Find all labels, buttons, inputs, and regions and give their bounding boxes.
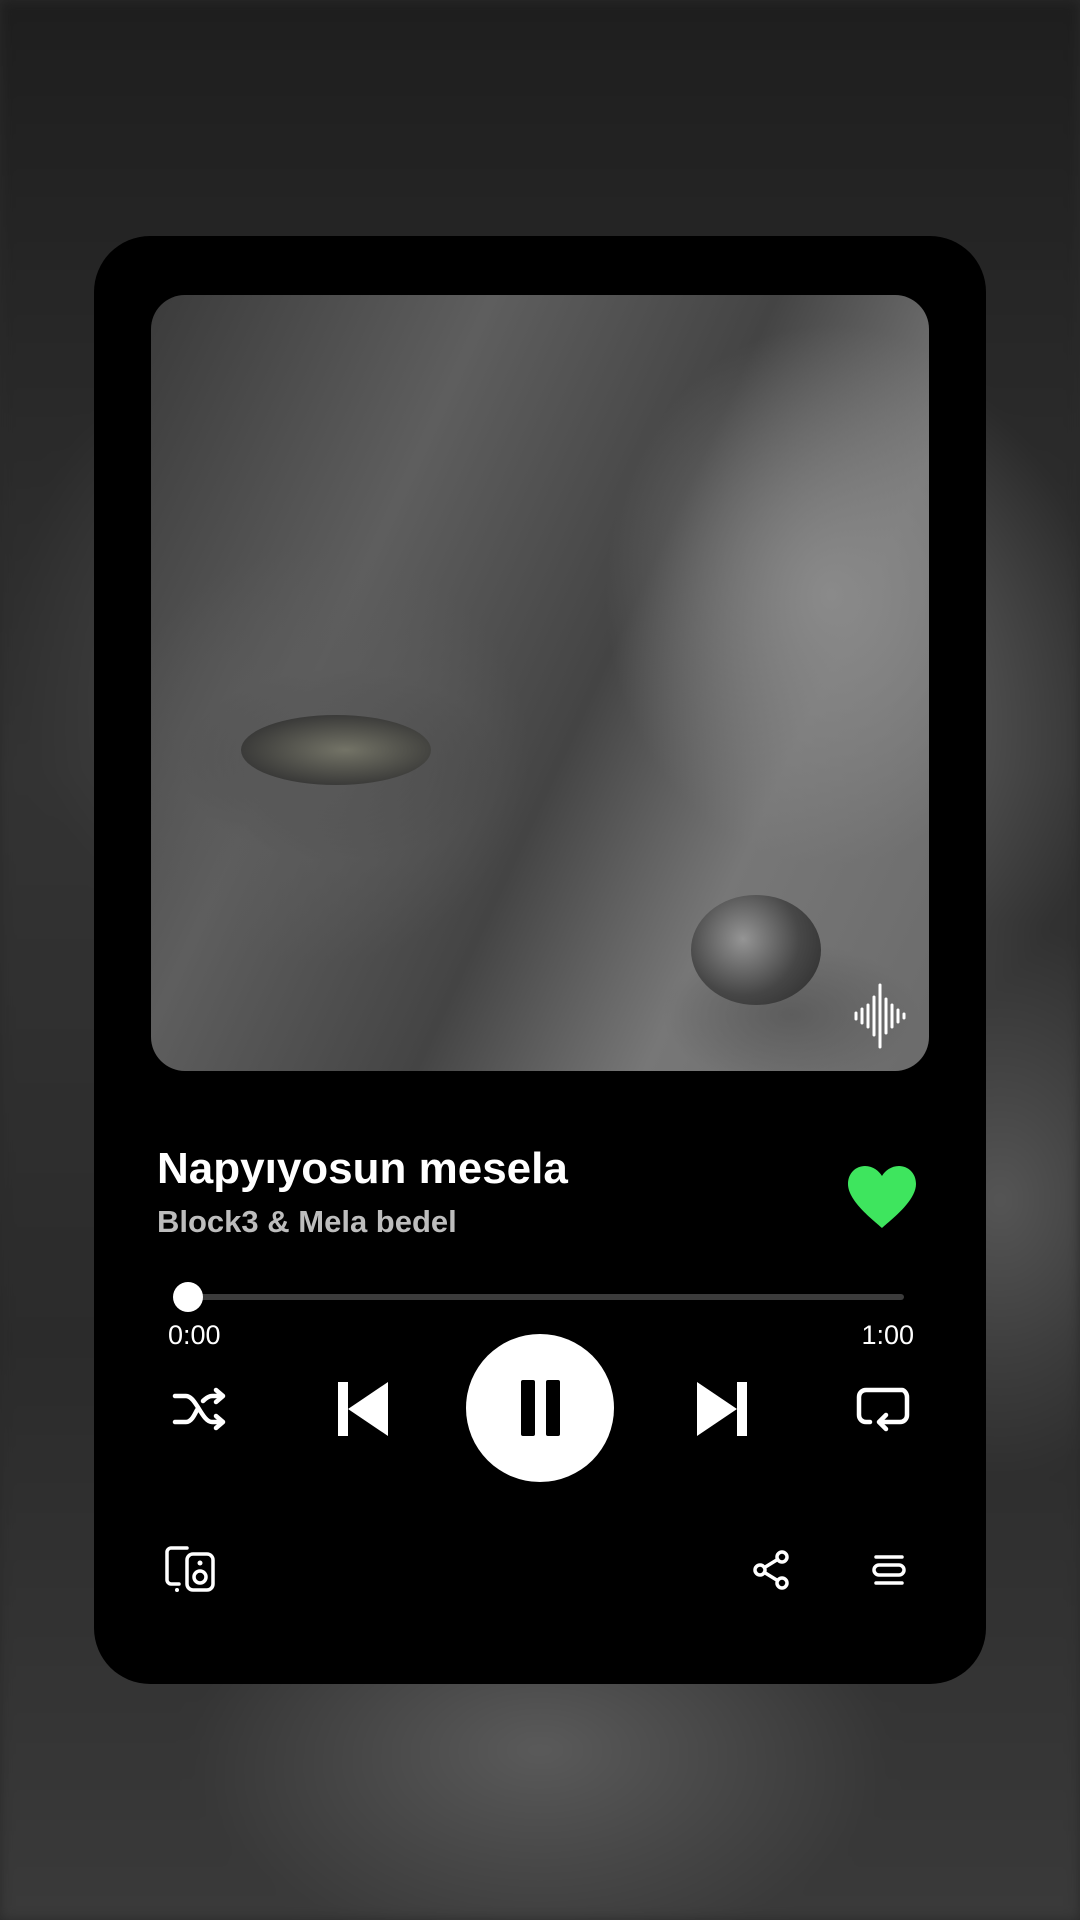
skip-previous-icon[interactable]	[336, 1380, 390, 1438]
connect-device-icon[interactable]	[165, 1546, 217, 1592]
progress-thumb[interactable]	[173, 1282, 203, 1312]
repeat-icon[interactable]	[856, 1382, 910, 1436]
album-cover	[151, 295, 929, 1071]
cover-art-detail	[241, 715, 431, 785]
shuffle-icon[interactable]	[172, 1386, 230, 1432]
track-title: Napyıyosun mesela	[157, 1144, 568, 1193]
track-artist[interactable]: Block3 & Mela bedel	[157, 1204, 457, 1240]
cover-art-detail	[691, 895, 821, 1005]
elapsed-time: 0:00	[168, 1320, 221, 1350]
skip-next-icon[interactable]	[695, 1380, 749, 1438]
pause-button[interactable]	[466, 1334, 614, 1482]
total-time: 1:00	[861, 1320, 914, 1350]
share-icon[interactable]	[752, 1550, 790, 1590]
pause-icon	[521, 1380, 535, 1436]
queue-icon[interactable]	[872, 1554, 906, 1586]
pause-icon	[546, 1380, 560, 1436]
sound-wave-icon	[854, 983, 906, 1049]
heart-icon[interactable]	[846, 1164, 918, 1230]
player-card: Napyıyosun mesela Block3 & Mela bedel 0:…	[94, 236, 986, 1684]
progress-track[interactable]	[186, 1294, 904, 1300]
